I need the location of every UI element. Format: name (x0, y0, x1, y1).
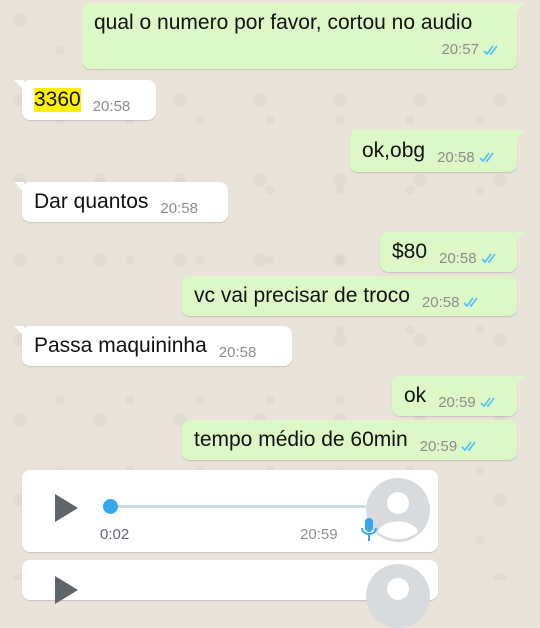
audio-seek-bar[interactable] (103, 499, 366, 514)
message-bubble-outgoing[interactable]: tempo médio de 60min 20:59 (182, 420, 517, 460)
voice-message-bubble[interactable] (22, 560, 438, 628)
message-text: ok (404, 384, 427, 407)
message-text: vc vai precisar de troco (194, 284, 410, 307)
default-avatar-icon[interactable] (366, 564, 430, 628)
message-time: 20:58 (218, 343, 257, 361)
message-text: tempo médio de 60min (194, 428, 408, 451)
double-check-read-icon (480, 253, 496, 264)
message-text: Passa maquininha (34, 334, 207, 357)
double-check-read-icon (463, 297, 479, 308)
message-text: qual o numero por favor, cortou no audio (94, 11, 473, 34)
double-check-read-icon (461, 441, 476, 452)
message-time: 20:58 (160, 199, 198, 217)
message-bubble-incoming[interactable]: Passa maquininha 20:58 (14, 326, 292, 366)
message-bubble-incoming[interactable]: 3360 20:58 (14, 80, 156, 120)
message-meta: 20:57 (441, 41, 503, 58)
double-check-read-icon (480, 397, 495, 408)
message-text: $80 (392, 240, 428, 263)
message-bubble-outgoing[interactable]: ok 20:59 (392, 376, 525, 416)
double-check-read-icon (483, 44, 498, 55)
message-meta: 20:59 (438, 394, 500, 411)
message-text: Dar quantos (34, 190, 149, 213)
message-time: 20:58 (92, 97, 131, 115)
message-bubble-outgoing[interactable]: vc vai precisar de troco 20:58 (182, 276, 517, 316)
message-time: 20:59 (300, 526, 338, 543)
message-time: 20:58 (439, 249, 477, 267)
message-text: ok,obg (362, 139, 426, 162)
message-meta: 20:58 (422, 294, 484, 311)
message-meta: 20:58 (437, 149, 499, 166)
message-meta: 20:59 (420, 438, 482, 455)
message-meta: 20:58 (439, 250, 501, 267)
message-time: 20:59 (419, 437, 458, 455)
play-icon[interactable] (50, 492, 82, 524)
play-icon[interactable] (50, 574, 82, 606)
message-time: 20:57 (441, 41, 479, 58)
message-time: 20:58 (437, 148, 475, 166)
message-bubble-outgoing[interactable]: qual o numero por favor, cortou no audio… (82, 3, 525, 69)
message-bubble-incoming[interactable]: Dar quantos 20:58 (14, 182, 228, 222)
message-text: 3360 (34, 88, 81, 112)
mic-icon (361, 518, 377, 541)
message-time: 20:58 (421, 293, 460, 311)
message-meta: 20:58 (93, 98, 131, 115)
voice-duration: 0:02 (100, 526, 130, 543)
message-time: 20:59 (438, 393, 476, 411)
message-bubble-outgoing[interactable]: $80 20:58 (380, 232, 525, 272)
message-bubble-outgoing[interactable]: ok,obg 20:58 (350, 130, 525, 172)
audio-seek-handle[interactable] (103, 499, 118, 514)
voice-message-bubble[interactable]: 0:02 20:59 (22, 470, 438, 552)
double-check-read-icon (479, 152, 494, 163)
message-meta: 20:58 (160, 200, 198, 217)
message-meta: 20:58 (219, 344, 257, 361)
